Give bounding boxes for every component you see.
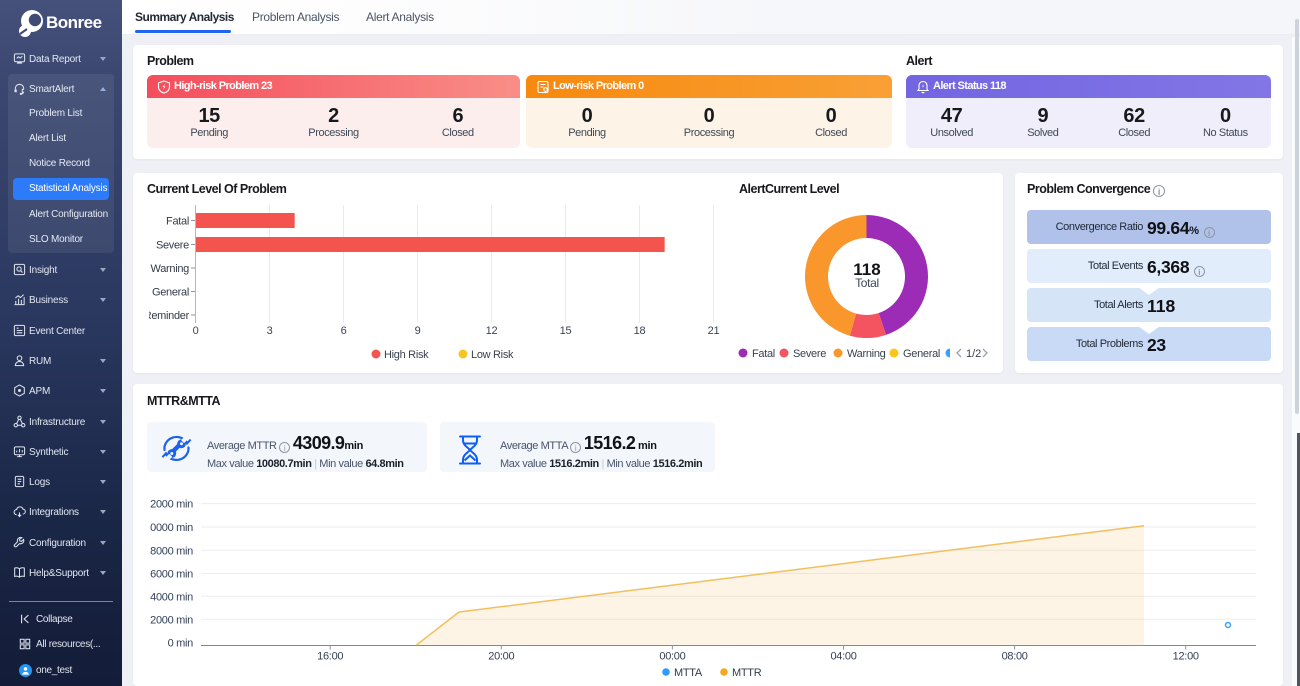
svg-text:Warning: Warning [847, 348, 886, 360]
svg-text:4000 min: 4000 min [150, 591, 193, 603]
svg-text:MTTR: MTTR [732, 667, 762, 679]
svg-text:3: 3 [267, 325, 273, 337]
svg-text:Severe: Severe [793, 348, 826, 360]
svg-text:08:00: 08:00 [1002, 651, 1028, 663]
svg-text:20:00: 20:00 [488, 651, 514, 663]
svg-text:8000 min: 8000 min [150, 545, 193, 557]
svg-text:General: General [903, 348, 940, 360]
svg-text:Reminder: Reminder [144, 310, 190, 322]
svg-text:18: 18 [634, 325, 646, 337]
svg-text:0: 0 [193, 325, 199, 337]
svg-text:0 min: 0 min [168, 637, 194, 649]
svg-text:Bonree: Bonree [46, 13, 102, 32]
svg-text:6000 min: 6000 min [150, 569, 193, 581]
svg-text:15: 15 [560, 325, 572, 337]
svg-text:16:00: 16:00 [317, 651, 343, 663]
svg-text:High Risk: High Risk [384, 349, 429, 361]
svg-text:12: 12 [486, 325, 498, 337]
svg-text:General: General [152, 287, 189, 299]
svg-text:1/2: 1/2 [966, 348, 981, 360]
svg-text:Low Risk: Low Risk [471, 349, 514, 361]
svg-text:00:00: 00:00 [659, 651, 685, 663]
svg-text:9: 9 [415, 325, 421, 337]
svg-text:Fatal: Fatal [166, 216, 189, 228]
svg-text:12:00: 12:00 [1173, 651, 1199, 663]
svg-text:2000 min: 2000 min [150, 614, 193, 626]
svg-text:04:00: 04:00 [830, 651, 856, 663]
svg-text:2000 min: 2000 min [150, 499, 193, 511]
svg-text:Warning: Warning [151, 263, 190, 275]
svg-text:21: 21 [708, 325, 720, 337]
svg-text:Fatal: Fatal [752, 348, 775, 360]
svg-text:MTTA: MTTA [674, 667, 703, 679]
svg-text:0000 min: 0000 min [150, 522, 193, 534]
svg-text:Severe: Severe [156, 240, 189, 252]
svg-text:6: 6 [341, 325, 347, 337]
